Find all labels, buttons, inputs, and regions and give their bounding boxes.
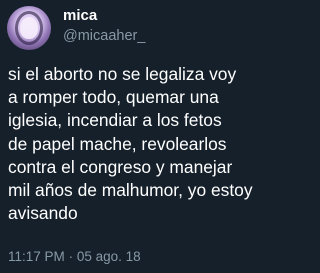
display-name[interactable]: mica [63,7,145,25]
tweet-timestamp[interactable]: 11:17 PM · 05 ago. 18 [8,249,141,265]
tweet-time: 11:17 PM [8,249,65,264]
tweet-header: mica @micaaher_ [7,6,293,50]
user-handle[interactable]: @micaaher_ [63,27,145,45]
user-names: mica @micaaher_ [63,7,145,45]
tweet-text: si el aborto no se legaliza voy a romper… [8,64,253,224]
avatar[interactable] [7,6,51,50]
avatar-face [20,17,38,39]
tweet-card: mica @micaaher_ si el aborto no se legal… [0,0,300,273]
timestamp-separator: · [68,249,74,264]
tweet-date: 05 ago. 18 [76,249,141,264]
